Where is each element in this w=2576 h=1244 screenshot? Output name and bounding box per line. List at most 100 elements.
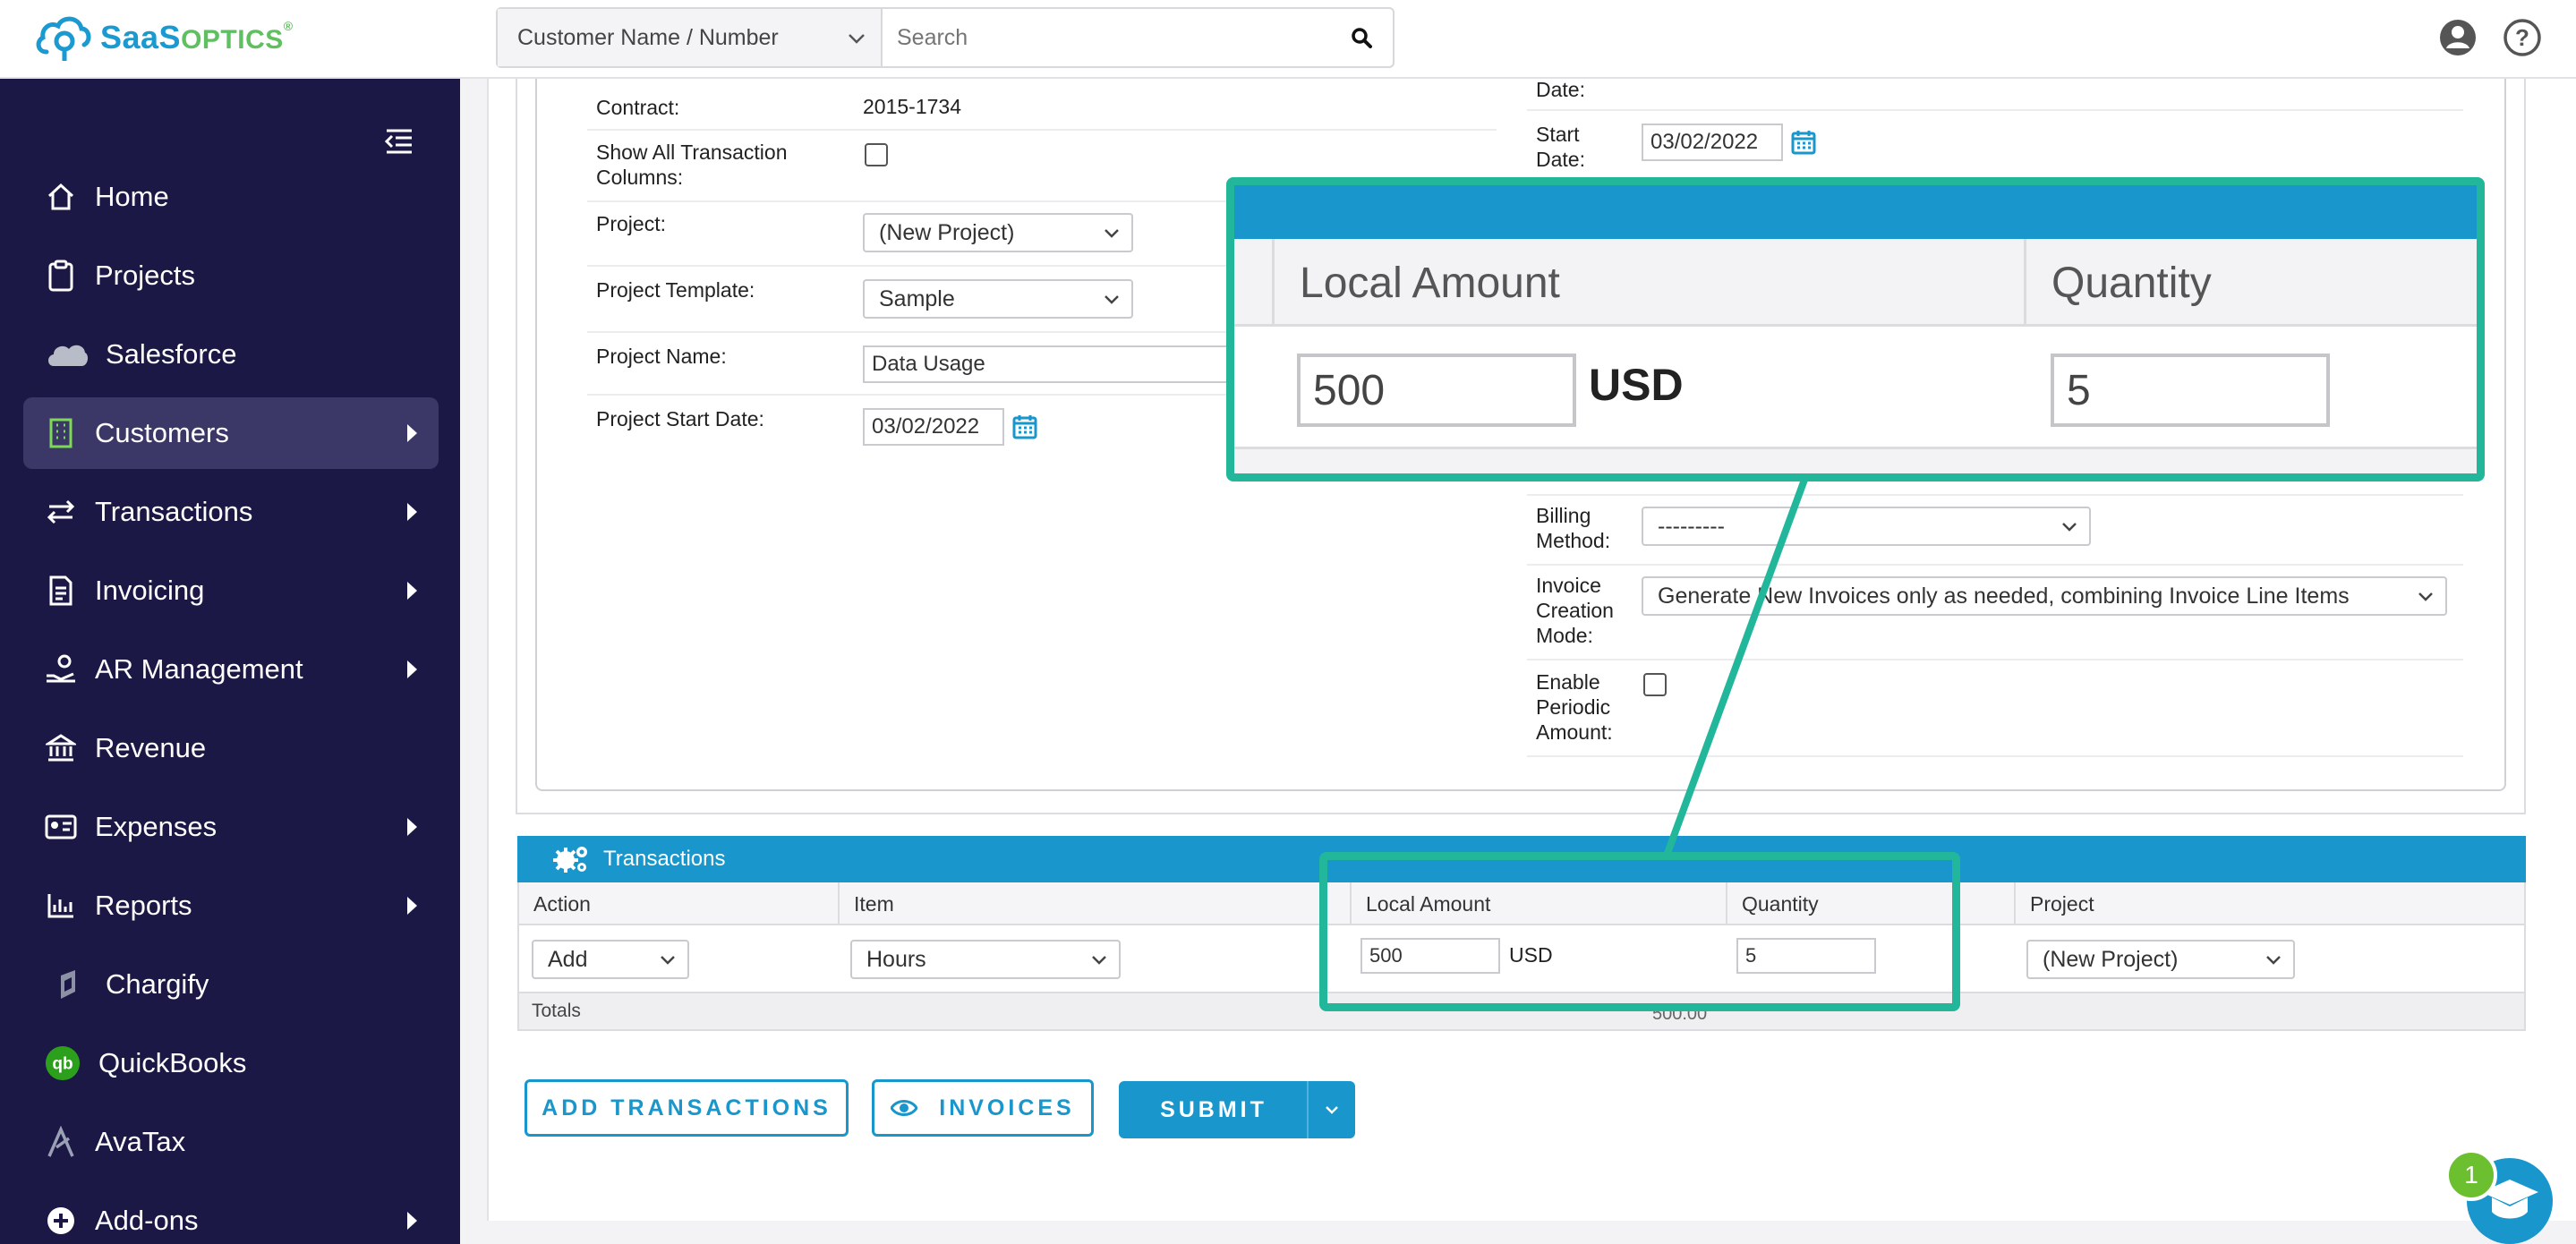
sidebar-item-label: Transactions <box>95 496 253 527</box>
start-date-input[interactable]: 03/02/2022 <box>1642 124 1783 161</box>
billing-method-label-1: Billing <box>1536 504 1591 527</box>
add-transactions-button[interactable]: ADD TRANSACTIONS <box>525 1079 849 1137</box>
chevron-down-icon <box>661 956 675 965</box>
invoice-creation-mode-select[interactable]: Generate New Invoices only as needed, co… <box>1642 576 2447 616</box>
contract-label: Contract: <box>596 96 680 119</box>
chevron-down-icon <box>1105 229 1119 238</box>
invoice-icon <box>43 573 79 609</box>
sidebar-item-expenses[interactable]: Expenses <box>23 791 439 863</box>
zoom-currency-label: USD <box>1589 360 1684 410</box>
caret-right-icon <box>407 1212 417 1230</box>
eye-icon <box>891 1100 918 1116</box>
gears-icon <box>553 847 587 873</box>
row-divider <box>1527 109 2463 111</box>
sidebar-item-label: Projects <box>95 260 195 291</box>
chevron-down-icon <box>2266 956 2281 965</box>
enable-periodic-amount-checkbox[interactable] <box>1643 673 1667 696</box>
project-row-select-value: (New Project) <box>2043 946 2179 972</box>
sidebar-item-home[interactable]: Home <box>23 161 439 233</box>
search-input[interactable] <box>883 9 1330 66</box>
column-header-project: Project <box>2014 882 2524 925</box>
invoice-creation-mode-value: Generate New Invoices only as needed, co… <box>1658 583 2350 609</box>
chevron-down-icon <box>2418 592 2433 601</box>
sidebar-item-avatax[interactable]: AvaTax <box>23 1106 439 1178</box>
search-scope-select[interactable]: Customer Name / Number <box>498 9 883 66</box>
notification-count-badge: 1 <box>2445 1149 2497 1201</box>
invoices-button[interactable]: INVOICES <box>872 1079 1094 1137</box>
item-select[interactable]: Hours <box>850 940 1121 979</box>
sidebar-item-label: Revenue <box>95 732 207 763</box>
zoom-quantity-input: 5 <box>2051 354 2330 427</box>
sidebar-item-invoicing[interactable]: Invoicing <box>23 555 439 626</box>
sidebar-item-quickbooks[interactable]: qb QuickBooks <box>23 1027 439 1099</box>
brand-trademark: ® <box>283 19 294 33</box>
chevron-down-icon <box>1092 956 1106 965</box>
action-select[interactable]: Add <box>532 940 689 979</box>
sidebar-item-ar-management[interactable]: AR Management <box>23 634 439 705</box>
sidebar-item-customers[interactable]: Customers <box>23 397 439 469</box>
billing-method-value: --------- <box>1658 513 1725 539</box>
sidebar-item-transactions[interactable]: Transactions <box>23 476 439 548</box>
zoom-header-quantity: Quantity <box>2024 239 2477 327</box>
sidebar-item-label: Expenses <box>95 811 218 842</box>
billing-method-label-2: Method: <box>1536 529 1611 552</box>
sidebar-item-label: AR Management <box>95 653 303 685</box>
user-account-icon[interactable] <box>2438 18 2478 57</box>
help-icon[interactable]: ? <box>2503 18 2542 57</box>
project-select[interactable]: (New Project) <box>863 213 1133 252</box>
search-icon <box>1352 28 1372 48</box>
action-select-value: Add <box>548 946 588 972</box>
show-all-columns-checkbox[interactable] <box>865 143 888 166</box>
submit-dropdown-toggle[interactable] <box>1307 1081 1355 1138</box>
billing-method-select[interactable]: --------- <box>1642 507 2091 546</box>
project-name-input[interactable]: Data Usage <box>863 345 1239 383</box>
zoom-callout: Local Amount Quantity 500 USD 5 <box>1226 177 2485 481</box>
chevron-down-icon <box>1105 295 1119 304</box>
sidebar-item-projects[interactable]: Projects <box>23 240 439 311</box>
svg-text:?: ? <box>2515 24 2529 51</box>
top-bar: SaaSOPTICS® Customer Name / Number ? <box>0 0 2576 79</box>
zoom-header-bar <box>1234 185 2477 239</box>
bar-chart-icon <box>43 888 79 924</box>
caret-right-icon <box>407 582 417 600</box>
invoice-creation-mode-label-2: Creation <box>1536 599 1614 622</box>
column-header-action: Action <box>533 891 591 916</box>
calendar-icon[interactable] <box>1011 413 1038 440</box>
item-select-value: Hours <box>866 946 926 972</box>
search-button[interactable] <box>1330 9 1393 66</box>
home-icon <box>43 179 79 215</box>
bank-icon <box>43 730 79 766</box>
sidebar-item-label: Home <box>95 181 169 212</box>
sidebar-item-label: Customers <box>95 417 229 448</box>
collapse-menu-icon[interactable] <box>383 125 415 158</box>
caret-right-icon <box>407 818 417 836</box>
enable-periodic-amount-label-1: Enable <box>1536 670 1600 694</box>
search-scope-label: Customer Name / Number <box>517 24 779 50</box>
project-template-label: Project Template: <box>596 278 755 302</box>
sidebar-item-label: Salesforce <box>106 338 237 370</box>
building-icon <box>43 415 79 451</box>
project-row-select[interactable]: (New Project) <box>2026 940 2295 979</box>
sidebar-item-label: Chargify <box>106 968 209 1000</box>
project-template-select[interactable]: Sample <box>863 279 1133 319</box>
sidebar-item-salesforce[interactable]: Salesforce <box>23 319 439 390</box>
avatax-icon <box>43 1124 79 1160</box>
row-divider <box>1527 494 2463 496</box>
project-start-date-input[interactable]: 03/02/2022 <box>863 408 1004 446</box>
caret-right-icon <box>407 897 417 915</box>
sidebar-item-revenue[interactable]: Revenue <box>23 712 439 784</box>
start-date-label-2: Date: <box>1536 148 1585 171</box>
sidebar-item-chargify[interactable]: Chargify <box>23 949 439 1020</box>
date-label-partial: Date: <box>1536 78 1585 101</box>
submit-button[interactable]: SUBMIT <box>1119 1081 1355 1138</box>
project-start-date-label: Project Start Date: <box>596 407 764 430</box>
sidebar-item-add-ons[interactable]: Add-ons <box>23 1185 439 1244</box>
saasoptics-logo[interactable]: SaaSOPTICS® <box>34 9 294 66</box>
contract-value: 2015-1734 <box>863 95 961 118</box>
sidebar-item-reports[interactable]: Reports <box>23 870 439 942</box>
calendar-icon[interactable] <box>1790 129 1817 156</box>
salesforce-icon <box>43 337 91 372</box>
enable-periodic-amount-label-2: Periodic <box>1536 695 1611 719</box>
search-box: Customer Name / Number <box>496 7 1395 68</box>
row-divider <box>1527 564 2463 566</box>
